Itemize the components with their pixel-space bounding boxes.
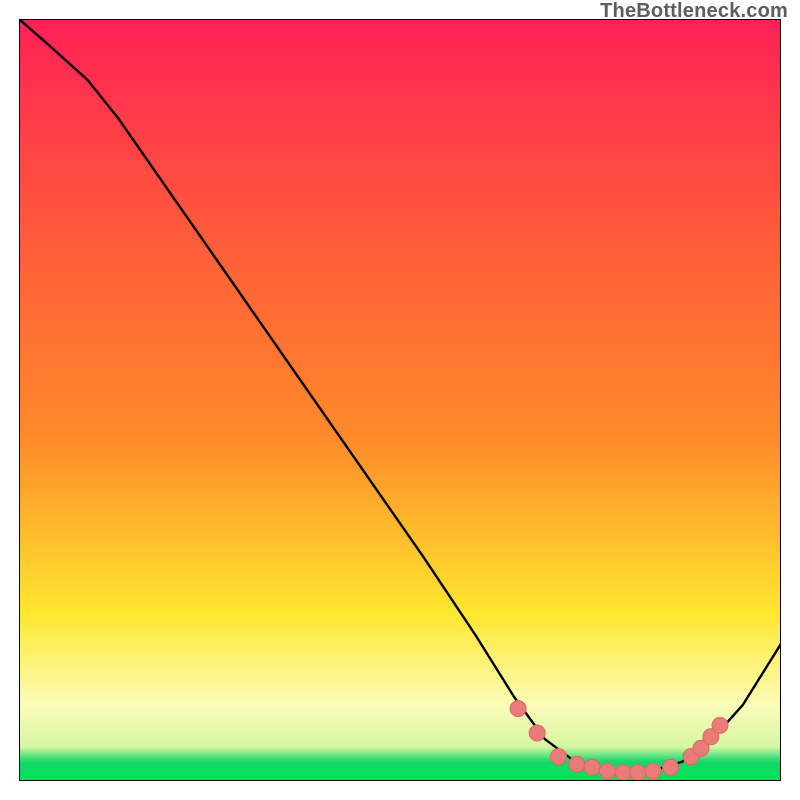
highlight-dot <box>529 725 545 741</box>
highlight-dot <box>615 765 631 781</box>
plot-area <box>19 19 781 781</box>
highlight-dot <box>584 759 600 775</box>
highlight-dot <box>712 717 728 733</box>
highlight-dot <box>630 765 646 781</box>
highlight-dot <box>551 749 567 765</box>
gradient-background <box>19 19 781 781</box>
plot-svg <box>19 19 781 781</box>
highlight-dot <box>569 756 585 772</box>
highlight-dot <box>510 701 526 717</box>
highlight-dot <box>645 763 661 779</box>
highlight-dot <box>663 759 679 775</box>
highlight-dot <box>599 763 615 779</box>
chart-stage: TheBottleneck.com <box>0 0 800 800</box>
